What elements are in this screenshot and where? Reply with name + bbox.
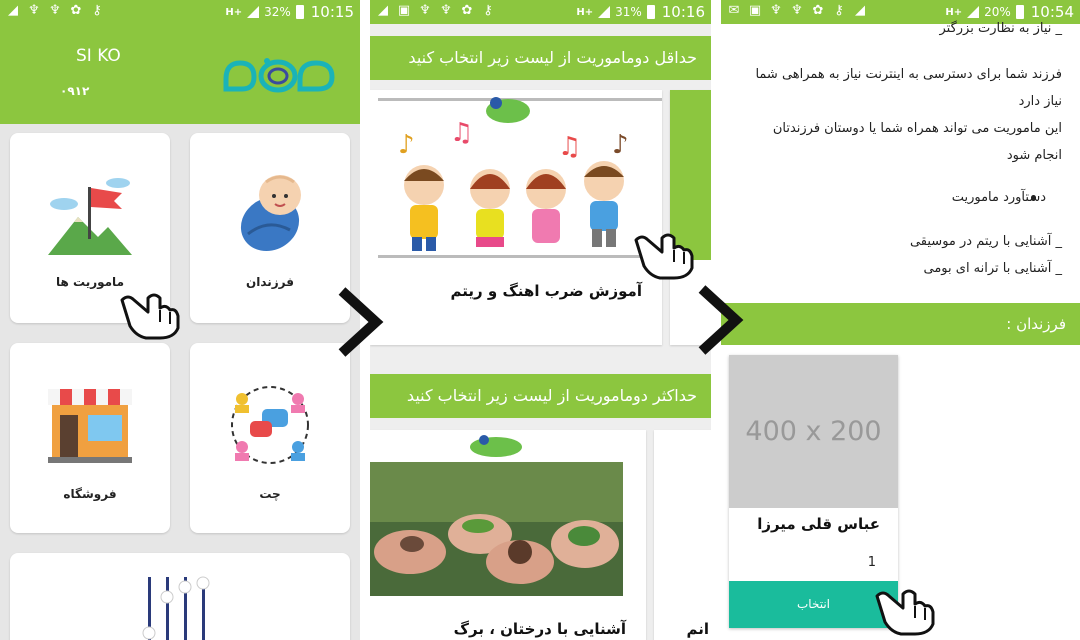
tap-hand-icon bbox=[120, 293, 180, 340]
home-screen: ◢ ♆ ♆ ✿ ⚷ H+ 32% 10:15 SI KO ۰۹۱۲ ماموری… bbox=[0, 0, 360, 640]
description-line: این ماموریت می تواند همراه شما یا دوستان… bbox=[772, 121, 1062, 136]
mission-select-screen: ◢ ▣ ♆ ♆ ✿ ⚷ H+ 31% 10:16 حداقل دوماموریت… bbox=[370, 0, 711, 640]
key-icon: ⚷ bbox=[483, 3, 493, 18]
screenshot-stage: ◢ ♆ ♆ ✿ ⚷ H+ 32% 10:15 SI KO ۰۹۱۲ ماموری… bbox=[0, 0, 1080, 640]
mission-card-next[interactable]: انم bbox=[654, 430, 711, 640]
microphone-icon: ♆ bbox=[770, 3, 782, 18]
signal-icon bbox=[598, 6, 611, 18]
microphone-icon: ♆ bbox=[791, 3, 803, 18]
microphone-icon: ♆ bbox=[49, 3, 61, 18]
description-line: فرزند شما برای دسترسی به اینترنت نیاز به… bbox=[755, 67, 1062, 82]
tap-hand-icon bbox=[634, 233, 694, 280]
signal-icon bbox=[247, 6, 260, 18]
children-section-label: فرزندان : bbox=[721, 303, 1080, 345]
tile-chat[interactable]: چت bbox=[190, 343, 350, 533]
card-divider bbox=[378, 255, 662, 258]
child-photo-placeholder: 400 x 200 bbox=[729, 355, 898, 508]
svg-text:♫: ♫ bbox=[558, 132, 581, 162]
status-time: 10:15 bbox=[310, 3, 354, 21]
status-bar: ◢ ▣ ♆ ♆ ✿ ⚷ H+ 31% 10:16 bbox=[370, 0, 711, 24]
user-phone: ۰۹۱۲ bbox=[60, 84, 90, 98]
app-logo bbox=[223, 58, 335, 93]
tap-hand-icon bbox=[875, 589, 935, 636]
telegram-icon: ◢ bbox=[855, 3, 865, 18]
svg-text:♪: ♪ bbox=[612, 130, 629, 160]
svg-text:♪: ♪ bbox=[398, 130, 415, 160]
status-bar: ◢ ♆ ♆ ✿ ⚷ H+ 32% 10:15 bbox=[0, 0, 360, 24]
chevron-right-icon bbox=[338, 287, 384, 357]
network-type-icon: H+ bbox=[576, 6, 594, 18]
child-number: 1 bbox=[867, 555, 876, 570]
image-icon: ▣ bbox=[397, 3, 411, 18]
battery-percent: 31% bbox=[615, 5, 642, 19]
key-icon: ⚷ bbox=[834, 3, 844, 18]
app-icon: ✿ bbox=[461, 3, 473, 18]
mission-logo-icon bbox=[470, 435, 522, 457]
mission-image-kids-singing: ♪ ♫ ♫ ♪ bbox=[398, 97, 629, 251]
sliders-icon bbox=[142, 576, 210, 640]
app-icon: ✿ bbox=[70, 3, 82, 18]
mountain-flag-icon bbox=[48, 178, 132, 255]
store-icon bbox=[48, 389, 132, 463]
tile-settings[interactable] bbox=[10, 553, 350, 640]
status-time: 10:16 bbox=[661, 3, 705, 21]
mission-card-trees[interactable]: آشنایی با درختان ، برگ bbox=[370, 430, 646, 640]
telegram-icon: ◢ bbox=[8, 3, 18, 18]
image-icon: ▣ bbox=[748, 3, 762, 18]
tile-store[interactable]: فروشگاه bbox=[10, 343, 170, 533]
mission-image-hands-leaves bbox=[370, 462, 623, 596]
network-type-icon: H+ bbox=[225, 6, 243, 18]
bullet-dot bbox=[1031, 195, 1036, 200]
mission-card-title: آموزش ضرب اهنگ و ریتم bbox=[450, 282, 642, 300]
achievement-item: _ آشنایی با ریتم در موسیقی bbox=[909, 234, 1062, 249]
profile-header: SI KO ۰۹۱۲ bbox=[0, 24, 360, 124]
microphone-icon: ♆ bbox=[28, 3, 40, 18]
app-icon: ✿ bbox=[812, 3, 824, 18]
battery-icon bbox=[295, 5, 304, 19]
mission-card-title: انم bbox=[686, 620, 709, 638]
requirement-line: _ نیاز به نظارت بزرگتر bbox=[939, 21, 1062, 36]
section-max-title: حداکثر دوماموریت از لیست زیر انتخاب کنید bbox=[370, 374, 711, 418]
mission-card-rhythm[interactable]: ♪ ♫ ♫ ♪ آموزش ضرب اهنگ و ریتم bbox=[370, 90, 662, 345]
achievement-item: _ آشنایی با ترانه ای بومی bbox=[923, 261, 1063, 276]
key-icon: ⚷ bbox=[92, 3, 102, 18]
child-name: عباس قلی میرزا bbox=[757, 515, 880, 533]
mission-detail-screen: ✉ ▣ ♆ ♆ ✿ ⚷ ◢ H+ 20% 10:54 _ نیاز به نظا… bbox=[721, 0, 1080, 640]
mission-card-title: آشنایی با درختان ، برگ bbox=[453, 620, 626, 638]
tile-chat-label: چت bbox=[259, 487, 281, 501]
user-name: SI KO bbox=[76, 46, 121, 66]
microphone-icon: ♆ bbox=[440, 3, 452, 18]
section-min-title: حداقل دوماموریت از لیست زیر انتخاب کنید bbox=[370, 36, 711, 80]
svg-text:♫: ♫ bbox=[450, 118, 473, 148]
battery-percent: 32% bbox=[264, 5, 291, 19]
chat-icon bbox=[231, 386, 309, 464]
baby-icon bbox=[240, 175, 301, 252]
description-line: انجام شود bbox=[1006, 148, 1062, 163]
telegram-icon: ◢ bbox=[378, 3, 388, 18]
tile-children-label: فرزندان bbox=[245, 275, 295, 289]
mail-icon: ✉ bbox=[728, 3, 740, 18]
tile-store-label: فروشگاه bbox=[63, 487, 117, 501]
battery-icon bbox=[646, 5, 655, 19]
tile-children[interactable]: فرزندان bbox=[190, 133, 350, 323]
tile-missions-label: ماموریت ها bbox=[55, 275, 124, 289]
microphone-icon: ♆ bbox=[419, 3, 431, 18]
chevron-right-icon bbox=[698, 285, 744, 355]
description-line: نیاز دارد bbox=[1018, 94, 1062, 109]
